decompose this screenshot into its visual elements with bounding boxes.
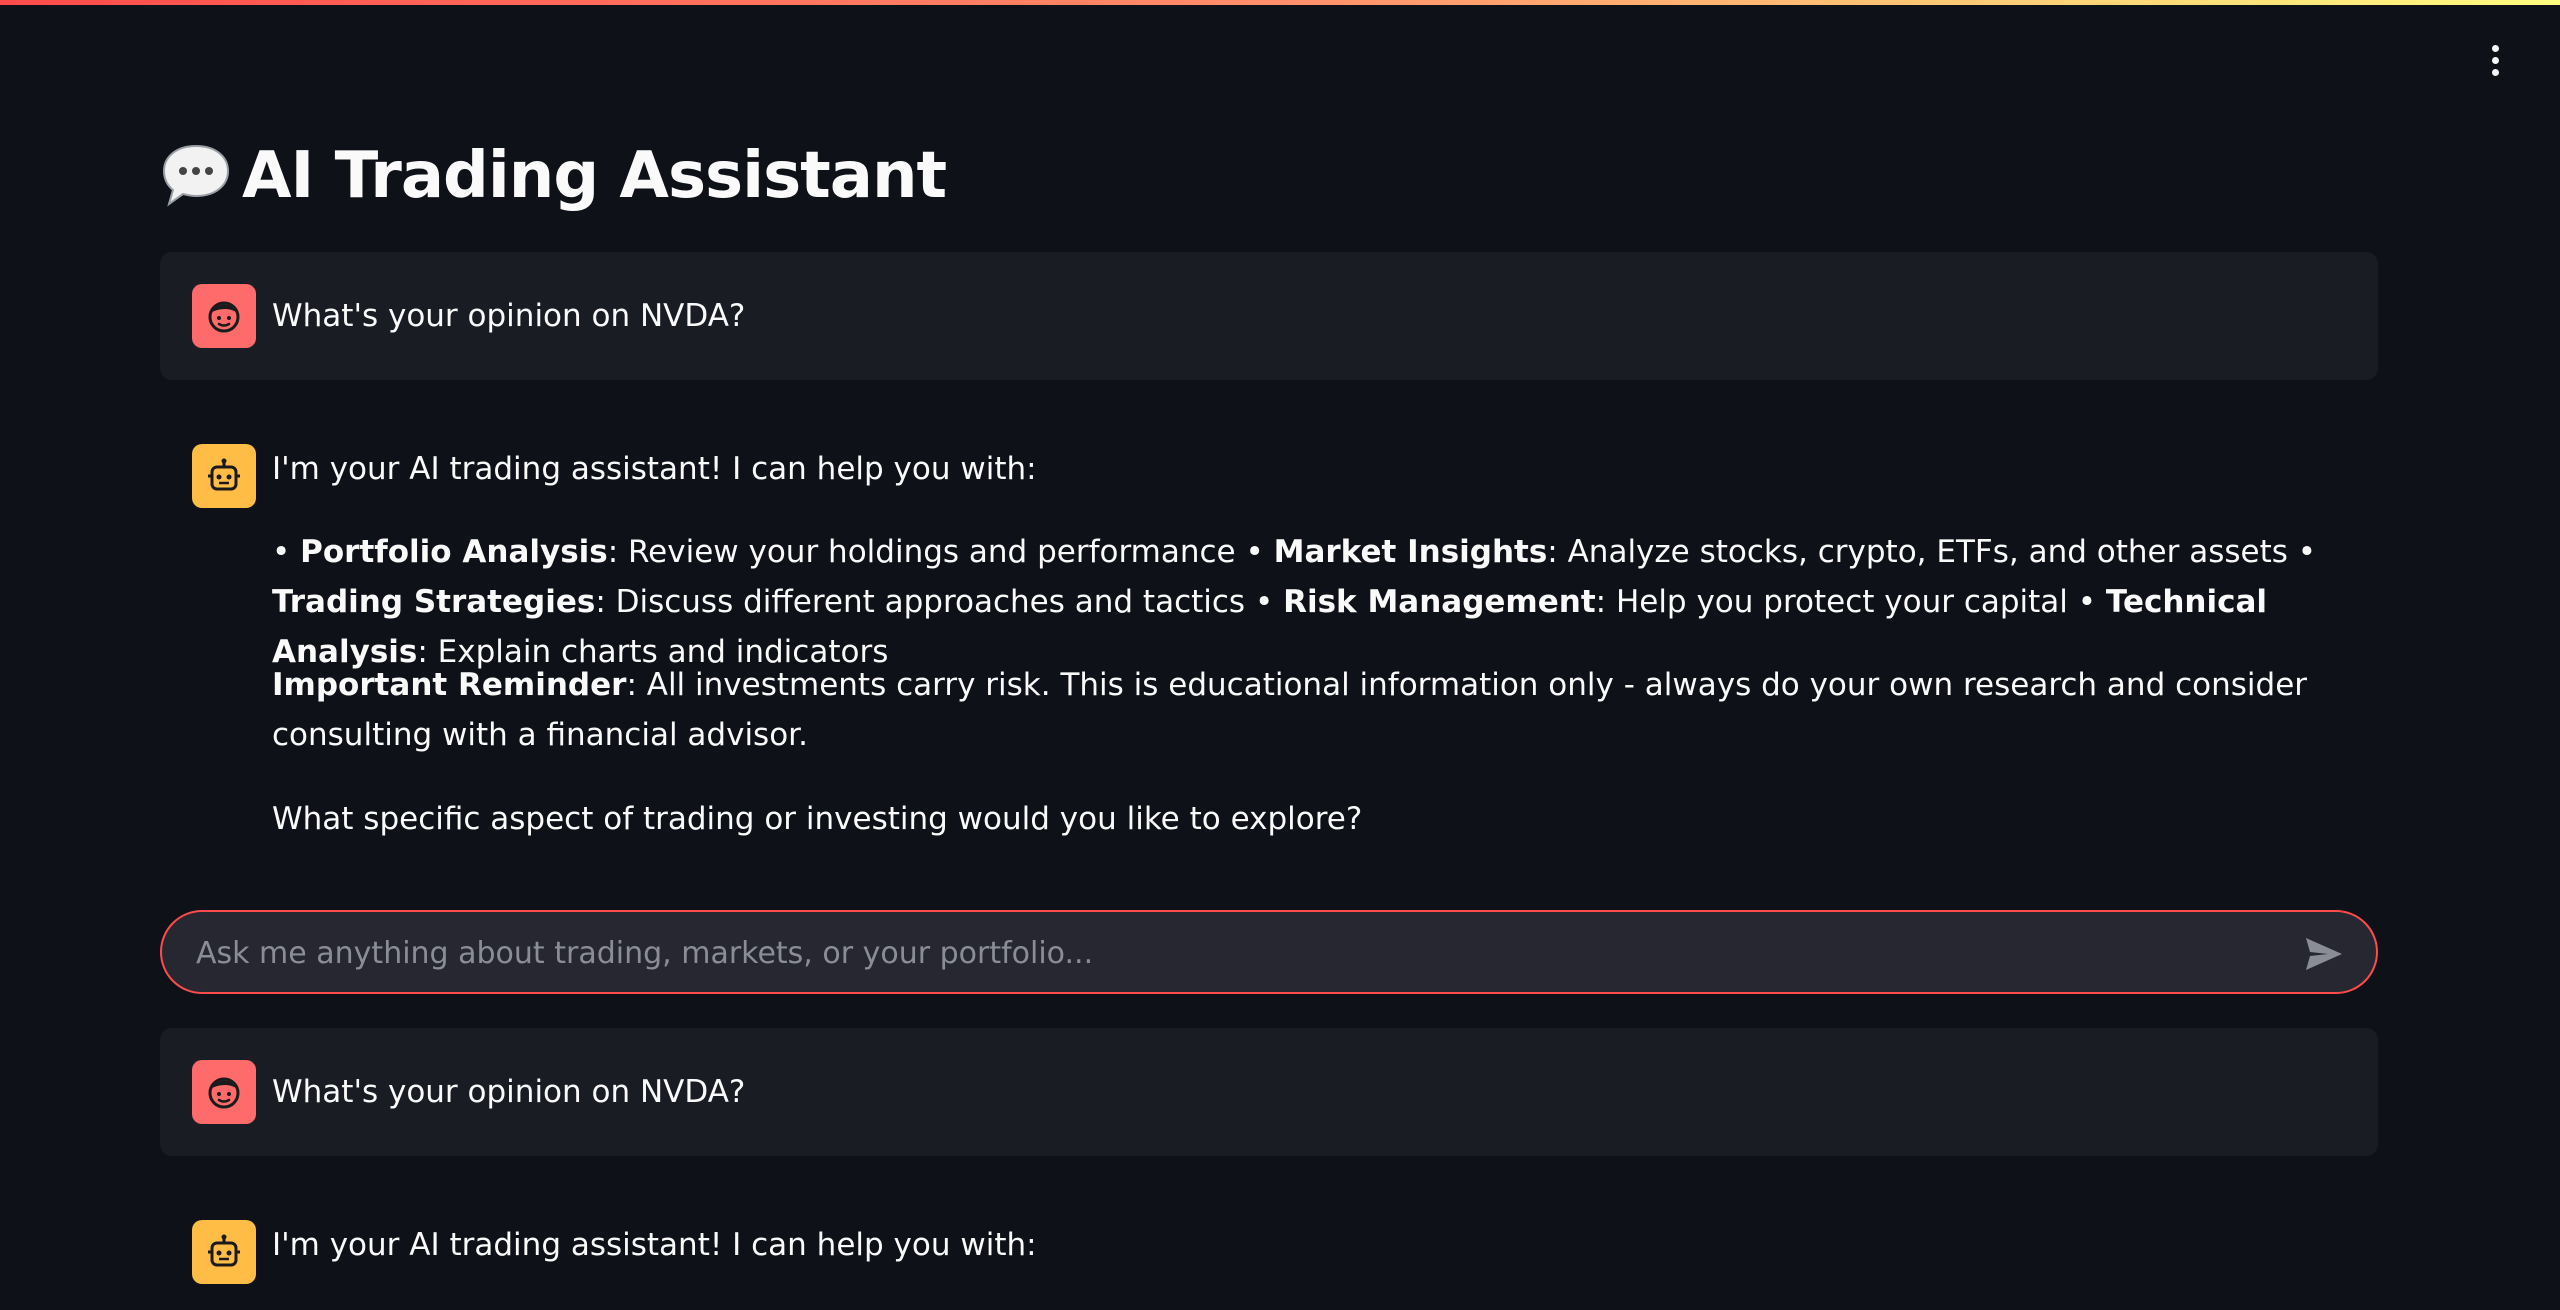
speech-bubble-icon [162,144,230,206]
message-text: What's your opinion on NVDA? [272,1074,746,1110]
robot-icon [192,444,256,508]
user-face-icon [192,284,256,348]
send-arrow-icon[interactable] [2302,932,2346,976]
feature-title: Market Insights [1273,534,1548,570]
chat-message-user: What's your opinion on NVDA? [160,1028,2378,1156]
top-decoration-bar [0,0,2560,5]
feature-title: Risk Management [1283,584,1596,620]
message-text: What's your opinion on NVDA? [272,298,746,334]
robot-icon [192,1220,256,1284]
feature-title: Portfolio Analysis [300,534,608,570]
main-menu-button[interactable] [2478,40,2512,80]
chat-message-user: What's your opinion on NVDA? [160,252,2378,380]
chat-input-box[interactable] [160,910,2378,994]
user-face-icon [192,1060,256,1124]
closing-paragraph: What specific aspect of trading or inves… [272,801,1363,837]
features-paragraph: • Portfolio Analysis: Review your holdin… [272,534,2317,670]
reminder-paragraph: Important Reminder: All investments carr… [272,660,2352,760]
vertical-dots-icon [2491,44,2499,52]
feature-title: Trading Strategies [272,584,596,620]
assistant-intro: I'm your AI trading assistant! I can hel… [272,451,1037,487]
chat-input[interactable] [194,926,2278,980]
reminder-title: Important Reminder [272,667,627,703]
assistant-intro: I'm your AI trading assistant! I can hel… [272,1227,1037,1263]
title-text: AI Trading Assistant [242,138,947,213]
page-title: AI Trading Assistant [160,128,947,223]
